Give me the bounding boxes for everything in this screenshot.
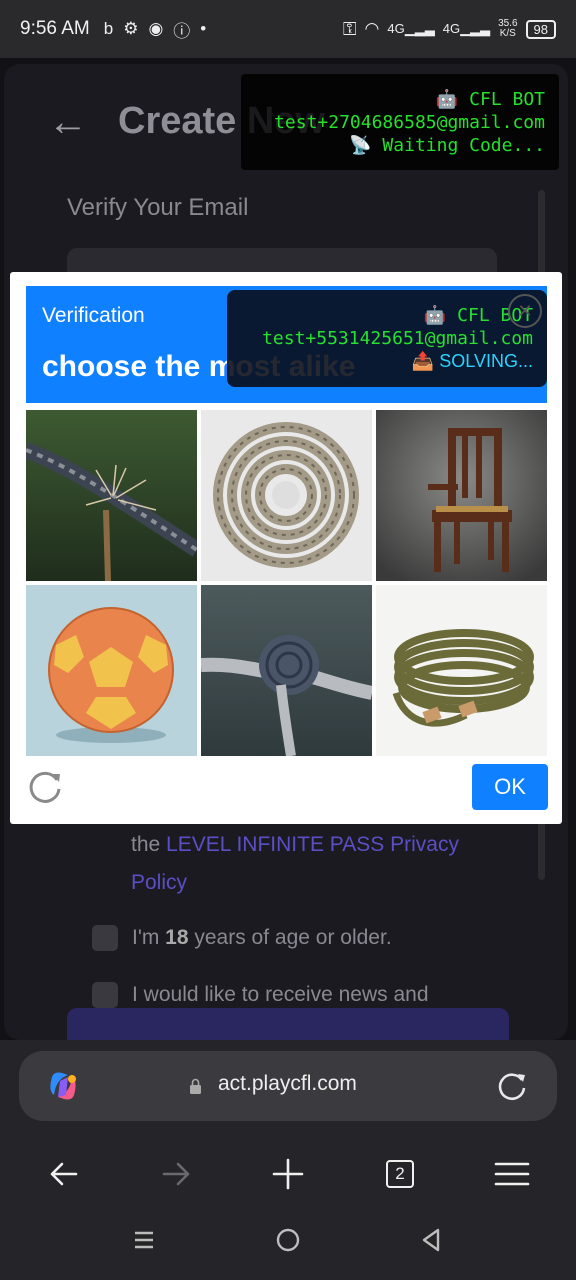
frayed-rope-tile[interactable] (26, 410, 197, 581)
notification-icons: b ⚙ ◉ ⓘ • (104, 17, 207, 42)
status-right: ⚿ ◠ 4G▁▂▃ 4G▁▂▃ 35.6 K/S 98 (343, 19, 556, 40)
b-app-icon: b (103, 19, 114, 38)
app-circle-icon: ⓘ (173, 21, 191, 41)
news-checkbox-row[interactable]: I would like to receive news and (92, 982, 429, 1008)
age-checkbox-label: I'm 18 years of age or older. (132, 926, 392, 949)
forward-icon (162, 1162, 190, 1186)
age-checkbox-row[interactable]: I'm 18 years of age or older. (92, 925, 392, 951)
recents-icon[interactable] (130, 1226, 158, 1254)
signal-1: 4G▁▂▃ (387, 21, 435, 36)
captcha-image-grid (26, 410, 548, 756)
new-tab-icon[interactable] (266, 1152, 310, 1196)
ok-button[interactable]: OK (472, 764, 548, 810)
verify-email-heading: Verify Your Email (67, 194, 249, 221)
green-rope-coil-image (376, 585, 547, 756)
dot-icon: • (200, 19, 207, 38)
soccer-ball-image (26, 585, 197, 756)
tabs-button[interactable]: 2 (378, 1152, 422, 1196)
menu-icon[interactable] (490, 1152, 534, 1196)
bot-overlay-captcha: 🤖 CFL BOT test+5531425651@gmail.com 📤 SO… (227, 290, 547, 387)
key-icon: ⚿ (342, 18, 357, 39)
frayed-rope-image (26, 410, 197, 581)
system-back-icon[interactable] (418, 1226, 446, 1254)
status-bar: 9:56 AM b ⚙ ◉ ⓘ • ⚿ ◠ 4G▁▂▃ 4G▁▂▃ 35.6 K/… (0, 0, 576, 58)
green-rope-coil-tile[interactable] (376, 585, 547, 756)
privacy-policy-link[interactable]: LEVEL INFINITE PASS Privacy Policy (131, 833, 459, 894)
home-icon[interactable] (274, 1226, 302, 1254)
close-icon[interactable]: ✕ (508, 294, 542, 328)
wooden-chair-tile[interactable] (376, 410, 547, 581)
coiled-rope-image (201, 410, 372, 581)
refresh-icon[interactable] (26, 768, 64, 806)
privacy-text: the LEVEL INFINITE PASS Privacy Policy (131, 833, 459, 894)
captcha-label: Verification (42, 304, 145, 327)
back-icon[interactable] (42, 1152, 86, 1196)
reload-icon[interactable] (496, 1070, 528, 1102)
tab-count: 2 (386, 1160, 414, 1188)
signal-2: 4G▁▂▃ (442, 21, 491, 36)
status-time: 9:56 AM (20, 18, 90, 39)
bug-icon: ◉ (148, 19, 164, 38)
net-speed: 35.6 K/S (498, 18, 518, 39)
url-text[interactable]: act.playcfl.com (218, 1072, 357, 1096)
rope-knot-tile[interactable] (201, 585, 372, 756)
news-checkbox[interactable] (92, 982, 118, 1008)
copilot-icon[interactable] (46, 1069, 80, 1103)
battery-indicator: 98 (525, 19, 556, 39)
rope-knot-image (201, 585, 372, 756)
coiled-rope-tile[interactable] (201, 410, 372, 581)
bot-overlay-top: 🤖 CFL BOT test+2704686585@gmail.com 📡 Wa… (241, 74, 559, 170)
lock-icon (190, 1078, 201, 1094)
settings-icon: ⚙ (123, 19, 139, 38)
wifi-icon: ◠ (364, 19, 380, 38)
wooden-chair-image (376, 410, 547, 581)
age-checkbox[interactable] (92, 925, 118, 951)
back-arrow-icon[interactable]: ← (48, 100, 88, 145)
captcha-dialog: Verification choose the most alike 🤖 CFL… (10, 272, 562, 824)
soccer-ball-tile[interactable] (26, 585, 197, 756)
news-checkbox-label: I would like to receive news and (132, 983, 429, 1006)
